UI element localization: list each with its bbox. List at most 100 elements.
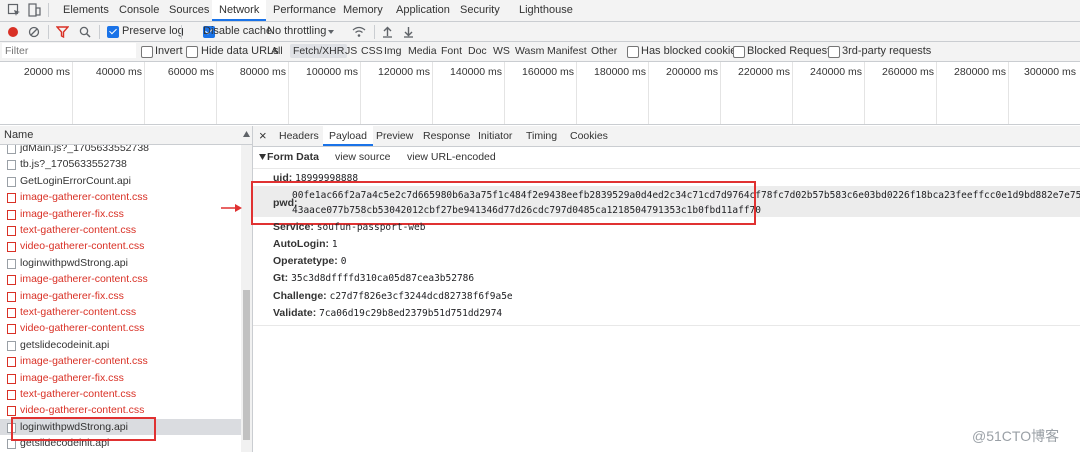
close-icon[interactable]: ×: [259, 126, 267, 146]
record-icon[interactable]: [7, 26, 19, 38]
preserve-log-checkbox[interactable]: [107, 26, 119, 39]
filter-type-doc[interactable]: Doc: [465, 44, 490, 58]
filter-type-media[interactable]: Media: [405, 44, 440, 58]
tab-initiator[interactable]: Initiator: [478, 126, 512, 146]
view-url-encoded-link[interactable]: view URL-encoded: [407, 151, 496, 163]
form-field-operatetype: Operatetype: 0: [273, 255, 347, 267]
tab-application[interactable]: Application: [389, 0, 457, 21]
timeline-overview[interactable]: 20000 ms 40000 ms 60000 ms 80000 ms 1000…: [0, 62, 1080, 125]
form-data-title: Form Data: [267, 151, 319, 163]
blocked-requests-checkbox[interactable]: [733, 46, 745, 58]
timeline-tick-label: 180000 ms: [594, 66, 646, 78]
filter-type-font[interactable]: Font: [438, 44, 465, 58]
device-toolbar-icon[interactable]: [27, 3, 41, 17]
list-item[interactable]: video-gatherer-content.css: [0, 320, 241, 336]
blocked-requests-label: Blocked Requests: [747, 45, 836, 57]
tab-response[interactable]: Response: [423, 126, 470, 146]
list-item[interactable]: image-gatherer-content.css: [0, 271, 241, 287]
toolbar-divider: [48, 25, 49, 39]
timeline-tick-label: 140000 ms: [450, 66, 502, 78]
tab-preview[interactable]: Preview: [376, 126, 413, 146]
throttling-select[interactable]: No throttling: [267, 25, 326, 37]
disable-cache-label: Disable cache: [203, 25, 273, 37]
hide-data-urls-checkbox[interactable]: [186, 46, 198, 58]
filter-input[interactable]: [2, 43, 136, 58]
list-item[interactable]: image-gatherer-fix.css: [0, 206, 241, 222]
timeline-tick-label: 300000 ms: [1024, 66, 1076, 78]
tab-cookies[interactable]: Cookies: [570, 126, 608, 146]
devtools-tab-bar: Elements Console Sources Network Perform…: [0, 0, 1080, 22]
tab-timing[interactable]: Timing: [526, 126, 557, 146]
list-item[interactable]: image-gatherer-fix.css: [0, 370, 241, 386]
timeline-tick-label: 240000 ms: [810, 66, 862, 78]
chevron-down-icon[interactable]: [327, 28, 335, 36]
view-source-link[interactable]: view source: [335, 151, 390, 163]
timeline-tick-label: 220000 ms: [738, 66, 790, 78]
tab-sources[interactable]: Sources: [162, 0, 216, 21]
sort-up-icon[interactable]: [243, 131, 250, 137]
form-field-challenge: Challenge: c27d7f826e3cf3244dcd82738f6f9…: [273, 290, 513, 302]
name-column-header[interactable]: Name: [0, 126, 253, 145]
tab-network[interactable]: Network: [212, 0, 267, 21]
list-item[interactable]: video-gatherer-content.css: [0, 238, 241, 254]
tab-memory[interactable]: Memory: [336, 0, 390, 21]
filter-type-all[interactable]: All: [268, 44, 286, 58]
tab-console[interactable]: Console: [112, 0, 166, 21]
search-icon[interactable]: [79, 26, 91, 38]
third-party-checkbox[interactable]: [828, 46, 840, 58]
list-item[interactable]: image-gatherer-content.css: [0, 189, 241, 205]
list-item[interactable]: text-gatherer-content.css: [0, 222, 241, 238]
import-har-icon[interactable]: [382, 26, 393, 38]
scrollbar-thumb[interactable]: [243, 290, 250, 440]
timeline-tick-label: 160000 ms: [522, 66, 574, 78]
list-item[interactable]: loginwithpwdStrong.api: [0, 255, 241, 271]
form-field-validate: Validate: 7ca06d19c29b8ed2379b51d751dd29…: [273, 307, 503, 319]
timeline-tick-label: 120000 ms: [378, 66, 430, 78]
filter-type-other[interactable]: Other: [588, 44, 620, 58]
list-item[interactable]: tb.js?_1705633552738: [0, 156, 241, 172]
inspect-element-icon[interactable]: [7, 3, 21, 17]
toolbar-divider: [374, 25, 375, 39]
tab-security[interactable]: Security: [453, 0, 507, 21]
list-item[interactable]: jdMain.js?_1705633552738: [0, 145, 241, 156]
hide-data-urls-label: Hide data URLs: [201, 45, 279, 57]
timeline-tick-label: 80000 ms: [239, 66, 286, 78]
list-item[interactable]: image-gatherer-content.css: [0, 353, 241, 369]
form-field-gt: Gt: 35c3d8dffffd310ca05d87cea3b52786: [273, 272, 475, 284]
timeline-tick-label: 260000 ms: [882, 66, 934, 78]
tab-performance[interactable]: Performance: [266, 0, 343, 21]
filter-type-img[interactable]: Img: [381, 44, 405, 58]
invert-checkbox[interactable]: [141, 46, 153, 58]
list-item[interactable]: text-gatherer-content.css: [0, 304, 241, 320]
list-item[interactable]: image-gatherer-fix.css: [0, 288, 241, 304]
arrow-right-icon: [221, 204, 242, 212]
timeline-tick-label: 20000 ms: [23, 66, 70, 78]
list-item[interactable]: text-gatherer-content.css: [0, 386, 241, 402]
timeline-tick-label: 40000 ms: [95, 66, 142, 78]
preserve-log-label: Preserve log: [122, 25, 184, 37]
network-conditions-icon[interactable]: [352, 26, 366, 38]
tab-payload[interactable]: Payload: [323, 126, 373, 146]
filter-type-manifest[interactable]: Manifest: [544, 44, 590, 58]
clear-icon[interactable]: [28, 26, 40, 38]
tab-elements[interactable]: Elements: [56, 0, 116, 21]
filter-type-ws[interactable]: WS: [490, 44, 513, 58]
list-item[interactable]: getslidecodeinit.api: [0, 337, 241, 353]
network-toolbar: Preserve log Disable cache No throttling: [0, 22, 1080, 42]
export-har-icon[interactable]: [403, 26, 414, 38]
list-item[interactable]: GetLoginErrorCount.api: [0, 173, 241, 189]
form-field-service: Service: soufun-passport-web: [273, 221, 426, 233]
request-list: jdMain.js?_1705633552738 tb.js?_17056335…: [0, 145, 242, 452]
detail-tab-bar: × Headers Payload Preview Response Initi…: [253, 126, 1080, 147]
filter-type-wasm[interactable]: Wasm: [512, 44, 547, 58]
tab-lighthouse[interactable]: Lighthouse: [512, 0, 580, 21]
toolbar-divider: [99, 25, 100, 39]
toolbar-divider: [181, 25, 182, 39]
timeline-tick-label: 200000 ms: [666, 66, 718, 78]
tab-headers[interactable]: Headers: [279, 126, 319, 146]
filter-type-fetch-xhr[interactable]: Fetch/XHR: [290, 44, 348, 58]
filter-icon[interactable]: [56, 26, 69, 38]
triangle-down-icon[interactable]: [259, 154, 266, 160]
selected-request-highlight: [11, 417, 156, 441]
blocked-cookies-checkbox[interactable]: [627, 46, 639, 58]
